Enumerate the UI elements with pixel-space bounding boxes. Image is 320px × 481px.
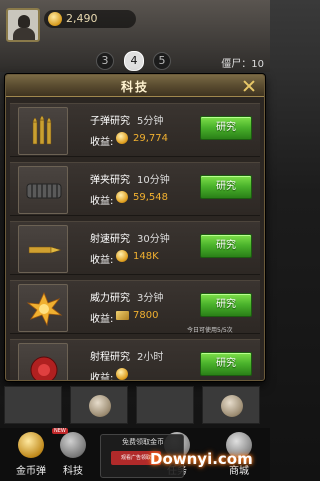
dialog-header: 科技 xyxy=(6,75,264,97)
research-button[interactable]: 研究 xyxy=(200,116,252,140)
coin-icon xyxy=(116,132,128,144)
coin-counter: 2,490 xyxy=(44,10,136,28)
card-icon xyxy=(116,311,129,320)
research-button[interactable]: 研究 xyxy=(200,352,252,376)
coin-icon xyxy=(116,191,128,203)
research-time: 5分钟 xyxy=(137,116,164,127)
research-row: 子弹研究 5分钟 收益: 29,774 研究 xyxy=(10,103,260,157)
income-value: 7800 xyxy=(133,310,159,321)
coin-icon xyxy=(48,12,62,26)
dialog-title: 科技 xyxy=(120,80,149,94)
nav-label: 科技 xyxy=(63,466,83,477)
level-dot-current[interactable]: 4 xyxy=(124,51,144,71)
research-name: 射程研究 xyxy=(90,352,130,363)
research-row: 弹夹研究 10分钟 收益: 59,548 研究 xyxy=(10,162,260,216)
income-label: 收益: xyxy=(90,137,114,148)
research-time: 30分钟 xyxy=(137,234,170,245)
research-row: 威力研究 3分钟 收益: 7800 研究 今日可使用5/5次 xyxy=(10,280,260,334)
income-label: 收益: xyxy=(90,196,114,207)
player-avatar[interactable] xyxy=(6,8,40,42)
watermark: Downyi.com xyxy=(150,450,253,468)
bullet-speed-icon xyxy=(18,225,68,273)
daily-usage-note: 今日可使用5/5次 xyxy=(187,327,233,334)
income-label: 收益: xyxy=(90,255,114,266)
bullets-icon xyxy=(18,107,68,155)
magazine-icon xyxy=(18,166,68,214)
research-time: 2小时 xyxy=(137,352,164,363)
new-badge: NEW xyxy=(52,428,68,434)
research-row: 射程研究 2小时 收益: 研究 xyxy=(10,339,260,381)
research-button[interactable]: 研究 xyxy=(200,234,252,258)
research-row: 射速研究 30分钟 收益: 148K 研究 xyxy=(10,221,260,275)
top-hud: 2,490 3 4 5 僵尸：10 xyxy=(0,0,270,72)
level-selector: 3 4 5 xyxy=(96,51,176,71)
research-button[interactable]: 研究 xyxy=(200,175,252,199)
research-name: 威力研究 xyxy=(90,293,130,304)
research-time: 3分钟 xyxy=(137,293,164,304)
close-icon[interactable] xyxy=(240,77,258,95)
zombie-count: 僵尸：10 xyxy=(221,59,264,70)
tech-dialog: 科技 子弹研究 5分钟 收益: 29,774 研究 弹夹研究 10分钟 收益: … xyxy=(5,74,265,381)
gun-slot[interactable] xyxy=(70,386,128,424)
income-label: 收益: xyxy=(90,373,114,381)
explosion-icon xyxy=(18,284,68,332)
research-time: 10分钟 xyxy=(137,175,170,186)
research-button[interactable]: 研究 xyxy=(200,293,252,317)
coin-icon xyxy=(116,368,128,380)
gun-slot[interactable] xyxy=(136,386,194,424)
gold-bullet-icon xyxy=(18,432,44,458)
gun-slot[interactable] xyxy=(202,386,260,424)
coin-value: 2,490 xyxy=(66,12,98,25)
income-label: 收益: xyxy=(90,314,114,325)
gun-slots xyxy=(0,386,270,426)
income-value: 29,774 xyxy=(133,133,168,144)
level-dot[interactable]: 5 xyxy=(153,52,171,70)
research-name: 弹夹研究 xyxy=(90,175,130,186)
income-value: 148K xyxy=(133,251,159,262)
research-name: 子弹研究 xyxy=(90,116,130,127)
tech-icon xyxy=(60,432,86,458)
research-name: 射速研究 xyxy=(90,234,130,245)
free-coin-label: 免费领取金币 xyxy=(122,438,164,446)
range-icon xyxy=(18,343,68,380)
gun-slot[interactable] xyxy=(4,386,62,424)
nav-tech[interactable]: NEW 科技 xyxy=(46,428,100,481)
level-dot[interactable]: 3 xyxy=(96,52,114,70)
coin-icon xyxy=(116,250,128,262)
income-value: 59,548 xyxy=(133,192,168,203)
